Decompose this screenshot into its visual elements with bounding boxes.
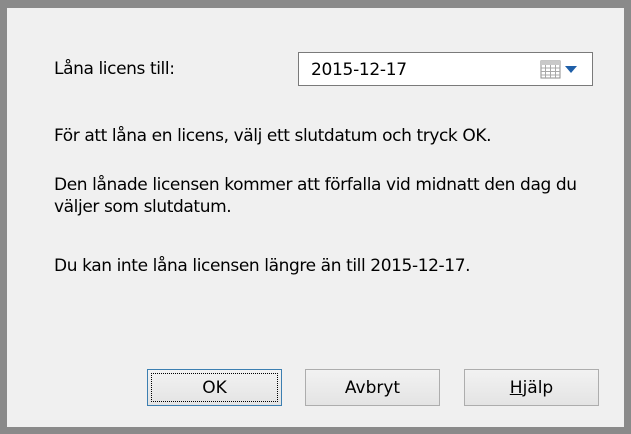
info-text-1: För att låna en licens, välj ett slutdat…	[54, 126, 492, 146]
help-button-label: Hjälp	[508, 376, 555, 400]
ok-button[interactable]: OK	[147, 369, 282, 406]
borrow-license-dialog: Låna licens till: 2015-12-17 För att lån…	[7, 8, 624, 427]
cancel-button-label: Avbryt	[344, 377, 401, 398]
info-text-2: Den lånade licensen kommer att förfalla …	[54, 175, 577, 217]
help-label-rest: jälp	[522, 377, 554, 398]
focus-ring	[151, 373, 278, 402]
end-date-picker[interactable]: 2015-12-17	[298, 52, 593, 86]
end-date-value[interactable]: 2015-12-17	[311, 60, 407, 80]
borrow-until-label: Låna licens till:	[54, 59, 175, 79]
cancel-button[interactable]: Avbryt	[305, 369, 440, 406]
chevron-down-icon	[565, 66, 577, 73]
info-text-3: Du kan inte låna licensen längre än till…	[54, 256, 471, 276]
help-button[interactable]: Hjälp	[464, 369, 599, 406]
calendar-dropdown-button[interactable]	[538, 59, 586, 79]
calendar-icon	[540, 60, 577, 79]
help-mnemonic: H	[509, 377, 523, 398]
